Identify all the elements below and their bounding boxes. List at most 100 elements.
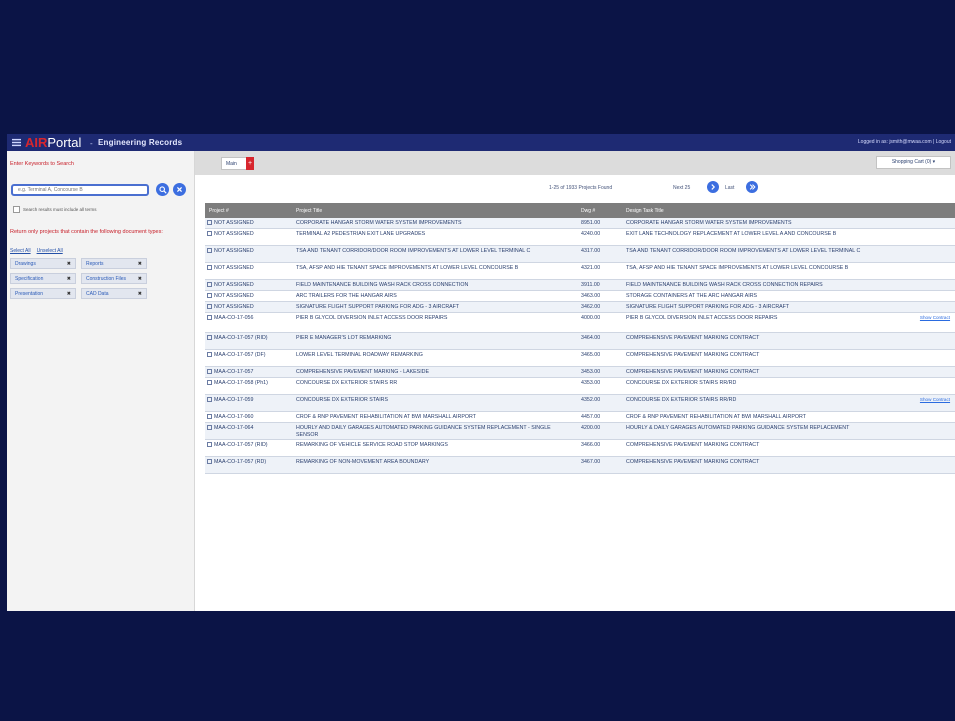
project-title[interactable]: CONCOURSE DX EXTERIOR STAIRS RR [296, 380, 571, 387]
table-row[interactable]: MAA-CO-17-056 PIER B GLYCOL DIVERSION INL… [205, 313, 955, 333]
show-contract-link[interactable]: Show Contract [919, 315, 951, 320]
table-row[interactable]: NOT ASSIGNED SIGNATURE FLIGHT SUPPORT PAR… [205, 302, 955, 313]
project-number[interactable]: MAA-CO-17-064 [214, 425, 253, 431]
unselect-all-link[interactable]: Unselect All [37, 248, 63, 254]
project-title[interactable]: TSA, AFSP AND HIE TENANT SPACE IMPROVEME… [296, 265, 571, 272]
column-header-project-number[interactable]: Project # [209, 208, 229, 214]
table-row[interactable]: MAA-CO-17-060 CROF & RNP PAVEMENT REHABIL… [205, 412, 955, 423]
project-title[interactable]: LOWER LEVEL TERMINAL ROADWAY REMARKING [296, 352, 571, 359]
project-title[interactable]: COMPREHENSIVE PAVEMENT MARKING - LAKESID… [296, 369, 571, 376]
table-row[interactable]: MAA-CO-17-064 HOURLY AND DAILY GARAGES AU… [205, 423, 955, 440]
project-title[interactable]: TERMINAL A2 PEDESTRIAN EXIT LANE UPGRADE… [296, 231, 571, 238]
project-number[interactable]: NOT ASSIGNED [214, 220, 254, 226]
doc-type-cad-data[interactable]: CAD Data ✖ [81, 288, 147, 299]
table-row[interactable]: MAA-CO-17-057 (RID) REMARKING OF VEHICLE … [205, 440, 955, 457]
document-icon[interactable] [207, 352, 212, 358]
project-title[interactable]: HOURLY AND DAILY GARAGES AUTOMATED PARKI… [296, 425, 571, 438]
table-row[interactable]: MAA-CO-17-057 (DF) LOWER LEVEL TERMINAL R… [205, 350, 955, 367]
project-title[interactable]: PIER E MANAGER'S LOT REMARKING [296, 335, 571, 342]
column-header-design-task-title[interactable]: Design Task Title [626, 208, 664, 214]
project-number[interactable]: MAA-CO-17-057 (RID) [214, 442, 268, 448]
project-number[interactable]: MAA-CO-17-057 (RID) [214, 335, 268, 341]
document-icon[interactable] [207, 282, 212, 288]
remove-icon[interactable]: ✖ [138, 276, 142, 282]
document-icon[interactable] [207, 220, 212, 226]
project-number[interactable]: MAA-CO-17-057 [214, 369, 253, 375]
project-title[interactable]: SIGNATURE FLIGHT SUPPORT PARKING FOR ADG… [296, 304, 571, 311]
search-input[interactable] [13, 186, 147, 194]
project-title[interactable]: TSA AND TENANT CORRIDOR/DOOR ROOM IMPROV… [296, 248, 571, 255]
project-number[interactable]: MAA-CO-17-060 [214, 414, 253, 420]
remove-icon[interactable]: ✖ [138, 291, 142, 297]
document-icon[interactable] [207, 335, 212, 341]
table-row[interactable]: NOT ASSIGNED FIELD MAINTENANCE BUILDING W… [205, 280, 955, 291]
project-number[interactable]: NOT ASSIGNED [214, 293, 254, 299]
project-title[interactable]: FIELD MAINTENANCE BUILDING WASH RACK CRO… [296, 282, 571, 289]
document-icon[interactable] [207, 293, 212, 299]
document-icon[interactable] [207, 397, 212, 403]
project-title[interactable]: CROF & RNP PAVEMENT REHABILITATION AT BW… [296, 414, 571, 421]
match-all-checkbox[interactable] [13, 206, 20, 213]
next-label[interactable]: Next 25 [673, 185, 690, 191]
airportal-logo[interactable]: AIRPortal [25, 135, 81, 150]
table-row[interactable]: NOT ASSIGNED TERMINAL A2 PEDESTRIAN EXIT … [205, 229, 955, 246]
document-icon[interactable] [207, 442, 212, 448]
next-page-button[interactable] [707, 181, 719, 193]
project-number[interactable]: MAA-CO-17-059 [214, 397, 253, 403]
table-row[interactable]: MAA-CO-17-059 CONCOURSE DX EXTERIOR STAIR… [205, 395, 955, 412]
column-header-drawing-number[interactable]: Dwg # [581, 208, 595, 214]
project-number[interactable]: MAA-CO-17-056 [214, 315, 253, 321]
doc-type-drawings[interactable]: Drawings ✖ [10, 258, 76, 269]
last-page-button[interactable] [746, 181, 758, 193]
doc-type-reports[interactable]: Reports ✖ [81, 258, 147, 269]
match-all-option[interactable]: Search results must include all terms [13, 206, 97, 213]
table-row[interactable]: MAA-CO-17-057 (RID) PIER E MANAGER'S LOT … [205, 333, 955, 350]
project-title[interactable]: CONCOURSE DX EXTERIOR STAIRS [296, 397, 571, 404]
document-icon[interactable] [207, 459, 212, 465]
project-title[interactable]: REMARKING OF NON-MOVEMENT AREA BOUNDARY [296, 459, 571, 466]
project-number[interactable]: NOT ASSIGNED [214, 248, 254, 254]
project-number[interactable]: NOT ASSIGNED [214, 282, 254, 288]
remove-icon[interactable]: ✖ [67, 291, 71, 297]
hamburger-menu-icon[interactable] [12, 138, 21, 147]
search-button[interactable] [156, 183, 169, 196]
table-row[interactable]: NOT ASSIGNED TSA AND TENANT CORRIDOR/DOOR… [205, 246, 955, 263]
doc-type-presentation[interactable]: Presentation ✖ [10, 288, 76, 299]
document-icon[interactable] [207, 265, 212, 271]
remove-icon[interactable]: ✖ [67, 261, 71, 267]
remove-icon[interactable]: ✖ [67, 276, 71, 282]
column-header-project-title[interactable]: Project Title [296, 208, 322, 214]
table-row[interactable]: MAA-CO-17-057 (RD) REMARKING OF NON-MOVEM… [205, 457, 955, 474]
project-number[interactable]: MAA-CO-17-058 (Ph1) [214, 380, 268, 386]
project-title[interactable]: CORPORATE HANGAR STORM WATER SYSTEM IMPR… [296, 220, 571, 227]
table-row[interactable]: NOT ASSIGNED TSA, AFSP AND HIE TENANT SPA… [205, 263, 955, 280]
document-icon[interactable] [207, 425, 212, 431]
login-status[interactable]: Logged in as: jsmith@mwaa.com | Logout [858, 139, 951, 145]
project-number[interactable]: MAA-CO-17-057 (DF) [214, 352, 266, 358]
document-icon[interactable] [207, 248, 212, 254]
project-title[interactable]: PIER B GLYCOL DIVERSION INLET ACCESS DOO… [296, 315, 571, 322]
document-icon[interactable] [207, 315, 212, 321]
tab-main[interactable]: Main [221, 157, 247, 170]
project-title[interactable]: ARC TRAILERS FOR THE HANGAR AIRS [296, 293, 571, 300]
project-number[interactable]: NOT ASSIGNED [214, 265, 254, 271]
last-label[interactable]: Last [725, 185, 734, 191]
document-icon[interactable] [207, 380, 212, 386]
document-icon[interactable] [207, 231, 212, 237]
table-row[interactable]: NOT ASSIGNED ARC TRAILERS FOR THE HANGAR … [205, 291, 955, 302]
table-row[interactable]: MAA-CO-17-057 COMPREHENSIVE PAVEMENT MARK… [205, 367, 955, 378]
doc-type-specification[interactable]: Specification ✖ [10, 273, 76, 284]
project-title[interactable]: REMARKING OF VEHICLE SERVICE ROAD STOP M… [296, 442, 571, 449]
shopping-cart-button[interactable]: Shopping Cart (0) ▾ [876, 156, 951, 169]
table-row[interactable]: MAA-CO-17-058 (Ph1) CONCOURSE DX EXTERIOR… [205, 378, 955, 395]
project-number[interactable]: NOT ASSIGNED [214, 231, 254, 237]
clear-search-button[interactable] [173, 183, 186, 196]
show-contract-link[interactable]: Show Contract [919, 397, 951, 402]
document-icon[interactable] [207, 414, 212, 420]
project-number[interactable]: MAA-CO-17-057 (RD) [214, 459, 266, 465]
remove-icon[interactable]: ✖ [138, 261, 142, 267]
doc-type-construction-files[interactable]: Construction Files ✖ [81, 273, 147, 284]
table-row[interactable]: NOT ASSIGNED CORPORATE HANGAR STORM WATER… [205, 218, 955, 229]
project-number[interactable]: NOT ASSIGNED [214, 304, 254, 310]
add-tab-button[interactable]: + [246, 157, 254, 170]
